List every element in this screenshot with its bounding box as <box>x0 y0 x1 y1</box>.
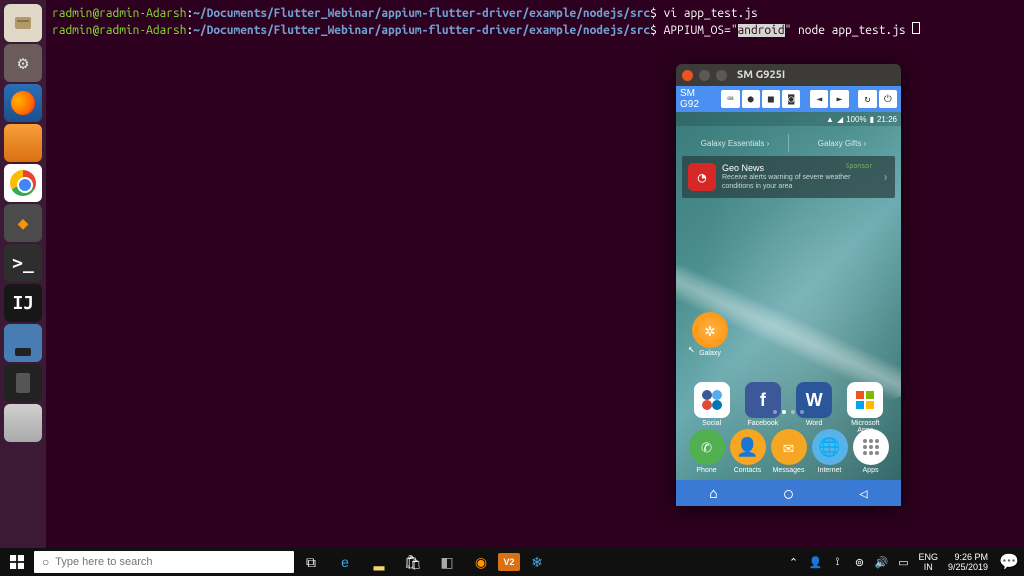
terminal-command: vi app_test.js <box>664 7 758 20</box>
nav-recents-button[interactable]: ⌂ <box>709 485 717 502</box>
launcher-files-icon[interactable] <box>4 4 42 42</box>
phone-icon: ✆ <box>689 429 725 465</box>
app-internet[interactable]: 🌐Internet <box>811 429 849 474</box>
app-facebook[interactable]: fFacebook <box>744 382 782 434</box>
launcher-chrome-icon[interactable] <box>4 164 42 202</box>
windows-taskbar: ○ ⧉ e ▂ 🛍 ◧ ◉ V2 ❄ ⌃ 👤 ⟟ ⊚ 🔊 ▭ ENGIN 9:2… <box>0 548 1024 576</box>
launcher-settings-icon[interactable]: ⚙ <box>4 44 42 82</box>
internet-icon: 🌐 <box>812 429 848 465</box>
dock-row: ✆Phone 👤Contacts ✉Messages 🌐Internet App… <box>676 429 901 474</box>
system-tray: ⌃ 👤 ⟟ ⊚ 🔊 ▭ ENGIN 9:26 PM9/25/2019 💬 <box>782 548 1024 576</box>
taskbar-explorer-icon[interactable]: ▂ <box>362 548 396 576</box>
ubuntu-launcher: ⚙ ◆ >_ IJ <box>0 0 46 548</box>
apps-grid-icon <box>853 429 889 465</box>
toolbar-power-button[interactable]: ⏻ <box>879 90 897 108</box>
messages-icon: ✉ <box>771 429 807 465</box>
terminal-command: APPIUM_OS="android" node app_test.js <box>664 24 913 37</box>
app-galaxy[interactable]: ✲ Galaxy <box>692 312 728 357</box>
action-center-button[interactable]: 💬 <box>994 552 1024 572</box>
app-contacts[interactable]: 👤Contacts <box>729 429 767 474</box>
tray-battery-icon[interactable]: ▭ <box>892 548 914 576</box>
phone-screen[interactable]: ▲ ◢ 100% ▮ 21:26 Galaxy Essentials › Gal… <box>676 112 901 506</box>
homescreen-tabs: Galaxy Essentials › Galaxy Gifts › <box>682 134 895 152</box>
launcher-app-icon[interactable] <box>4 364 42 402</box>
nav-home-button[interactable]: ◯ <box>784 485 792 502</box>
taskbar-store-icon[interactable]: 🛍 <box>396 548 430 576</box>
android-statusbar: ▲ ◢ 100% ▮ 21:26 <box>676 112 901 126</box>
signal-icon: ◢ <box>837 115 843 124</box>
page-indicator[interactable] <box>676 410 901 414</box>
scrcpy-window: SM G925I SM G92 ⌨ ● ■ ◙ ◄ ► ↻ ⏻ ▲ ◢ 100%… <box>676 64 901 506</box>
tab-galaxy-gifts[interactable]: Galaxy Gifts › <box>788 134 895 152</box>
device-name-label: SM G92 <box>680 88 715 110</box>
galaxy-icon: ✲ <box>692 312 728 348</box>
taskbar-clock[interactable]: 9:26 PM9/25/2019 <box>942 552 994 572</box>
toolbar-video-button[interactable]: ■ <box>762 90 780 108</box>
battery-icon: ▮ <box>870 115 874 124</box>
launcher-intellij-icon[interactable]: IJ <box>4 284 42 322</box>
prompt-path: ~/Documents/Flutter_Webinar/appium-flutt… <box>193 24 650 37</box>
tab-galaxy-essentials[interactable]: Galaxy Essentials › <box>682 134 788 152</box>
window-minimize-button[interactable] <box>699 70 710 81</box>
toolbar-camera-button[interactable]: ◙ <box>782 90 800 108</box>
window-close-button[interactable] <box>682 70 693 81</box>
contacts-icon: 👤 <box>730 429 766 465</box>
news-app-icon: ◔ <box>688 163 716 191</box>
app-row: Social fFacebook WWord Microsoft Apps <box>676 382 901 434</box>
news-card[interactable]: ◔ Geo News Receive alerts warning of sev… <box>682 156 895 198</box>
tray-network-icon[interactable]: ⊚ <box>848 548 870 576</box>
taskbar-search[interactable]: ○ <box>34 551 294 573</box>
toolbar-vol-up-button[interactable]: ► <box>830 90 848 108</box>
launcher-sublime-icon[interactable]: ◆ <box>4 204 42 242</box>
app-messages[interactable]: ✉Messages <box>770 429 808 474</box>
app-label: Galaxy <box>692 350 728 357</box>
search-input[interactable] <box>55 556 286 568</box>
taskbar-app-icon[interactable]: ◧ <box>430 548 464 576</box>
taskbar-vnc-icon[interactable]: V2 <box>498 553 520 571</box>
taskbar-firefox-icon[interactable]: ◉ <box>464 548 498 576</box>
tray-people-icon[interactable]: 👤 <box>804 548 826 576</box>
scrcpy-toolbar: SM G92 ⌨ ● ■ ◙ ◄ ► ↻ ⏻ <box>676 86 901 112</box>
taskbar-edge-icon[interactable]: e <box>328 548 362 576</box>
language-indicator[interactable]: ENGIN <box>914 552 942 572</box>
prompt-user: radmin@radmin-Adarsh <box>52 7 186 20</box>
news-card-subtitle: Receive alerts warning of severe weather… <box>722 173 876 191</box>
nav-back-button[interactable]: ◁ <box>859 485 867 502</box>
taskbar-app-icon[interactable]: ❄ <box>520 548 554 576</box>
battery-label: 100% <box>846 115 866 124</box>
window-maximize-button[interactable] <box>716 70 727 81</box>
task-view-button[interactable]: ⧉ <box>294 548 328 576</box>
tray-volume-icon[interactable]: 🔊 <box>870 548 892 576</box>
start-button[interactable] <box>0 548 34 576</box>
clock-label: 21:26 <box>877 115 897 124</box>
toolbar-rotate-button[interactable]: ↻ <box>858 90 876 108</box>
launcher-firefox-icon[interactable] <box>4 84 42 122</box>
app-apps[interactable]: Apps <box>852 429 890 474</box>
toolbar-keyboard-button[interactable]: ⌨ <box>721 90 739 108</box>
chevron-right-icon: › <box>882 171 889 184</box>
window-titlebar[interactable]: SM G925I <box>676 64 901 86</box>
mouse-cursor-icon: ↖ <box>688 342 695 355</box>
toolbar-record-button[interactable]: ● <box>742 90 760 108</box>
terminal-cursor <box>912 22 920 34</box>
wifi-icon: ▲ <box>826 115 834 124</box>
prompt-user: radmin@radmin-Adarsh <box>52 24 186 37</box>
news-sponsor-label: Sponsor <box>846 162 873 170</box>
app-msapps[interactable]: Microsoft Apps <box>846 382 884 434</box>
app-social[interactable]: Social <box>693 382 731 434</box>
launcher-app-icon[interactable] <box>4 404 42 442</box>
app-word[interactable]: WWord <box>795 382 833 434</box>
launcher-app-icon[interactable] <box>4 124 42 162</box>
android-navbar: ⌂ ◯ ◁ <box>676 480 901 506</box>
launcher-app-icon[interactable] <box>4 324 42 362</box>
app-phone[interactable]: ✆Phone <box>688 429 726 474</box>
tray-chevron-up-icon[interactable]: ⌃ <box>782 548 804 576</box>
window-title: SM G925I <box>737 69 785 81</box>
search-icon: ○ <box>42 555 49 569</box>
launcher-terminal-icon[interactable]: >_ <box>4 244 42 282</box>
toolbar-vol-down-button[interactable]: ◄ <box>810 90 828 108</box>
tray-location-icon[interactable]: ⟟ <box>826 548 848 576</box>
prompt-path: ~/Documents/Flutter_Webinar/appium-flutt… <box>193 7 650 20</box>
